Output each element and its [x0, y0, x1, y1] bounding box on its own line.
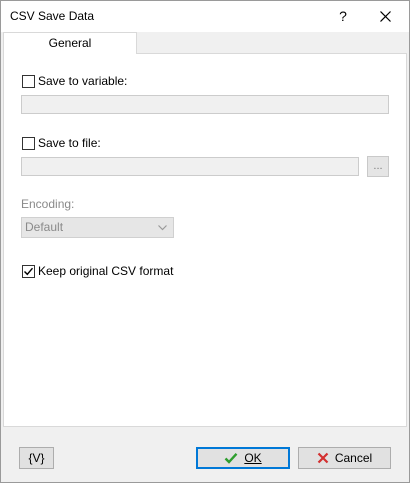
window-title: CSV Save Data — [10, 9, 95, 23]
keep-format-checkbox[interactable] — [22, 264, 35, 278]
ok-label: OK — [244, 451, 262, 465]
close-button[interactable] — [362, 1, 409, 32]
encoding-value: Default — [25, 220, 64, 234]
browse-button[interactable]: ... — [367, 156, 389, 177]
variables-label: {V} — [28, 451, 45, 465]
encoding-label: Encoding: — [21, 197, 75, 211]
variables-button[interactable]: {V} — [19, 447, 54, 469]
check-icon — [24, 267, 34, 275]
chevron-down-icon — [158, 225, 167, 231]
save-to-file-input[interactable] — [21, 157, 359, 176]
save-to-variable-checkbox[interactable] — [22, 74, 35, 88]
save-to-variable-input[interactable] — [21, 95, 389, 114]
save-to-file-checkbox[interactable] — [22, 136, 35, 150]
cancel-label: Cancel — [334, 451, 373, 465]
keep-format-row[interactable]: Keep original CSV format — [22, 264, 173, 278]
keep-format-label: Keep original CSV format — [38, 264, 174, 278]
title-bar: CSV Save Data ? — [1, 1, 409, 32]
ok-button[interactable]: OK — [196, 447, 290, 469]
save-to-file-label: Save to file: — [38, 136, 101, 150]
help-button[interactable]: ? — [324, 1, 362, 32]
cross-icon — [317, 452, 329, 464]
dialog-window: CSV Save Data ? General Save to variable… — [0, 0, 410, 483]
close-icon — [380, 11, 391, 22]
encoding-select[interactable]: Default — [21, 217, 174, 238]
save-to-variable-row[interactable]: Save to variable: — [22, 74, 127, 88]
check-icon — [224, 452, 238, 464]
save-to-file-row[interactable]: Save to file: — [22, 136, 101, 150]
cancel-button[interactable]: Cancel — [298, 447, 391, 469]
save-to-variable-label: Save to variable: — [38, 74, 128, 88]
tab-general[interactable]: General — [3, 32, 137, 54]
